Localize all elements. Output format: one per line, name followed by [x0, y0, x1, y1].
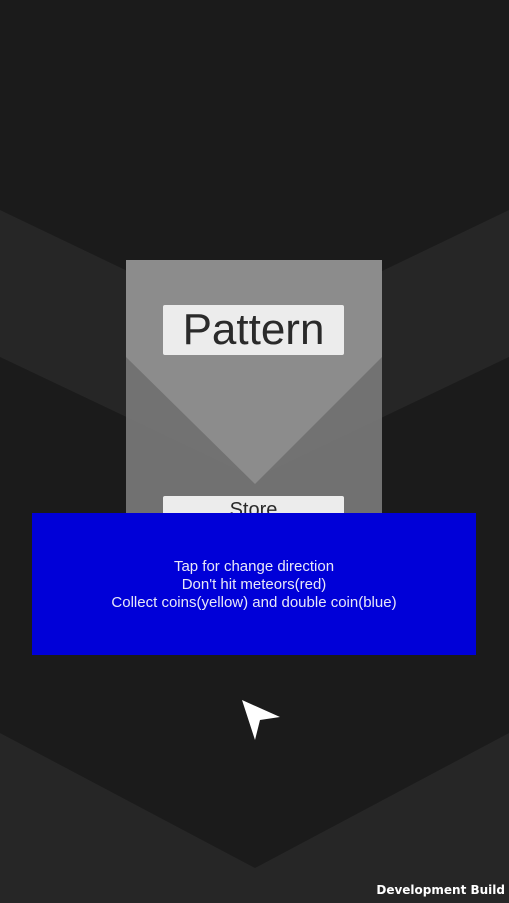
game-screen[interactable]: Pattern Store Tap for change direction D…	[0, 0, 509, 903]
main-menu-panel: Pattern Store	[126, 260, 382, 520]
instruction-avoid-meteors: Don't hit meteors(red)	[181, 576, 327, 593]
lower-chevron	[0, 733, 509, 903]
arrowhead-ship-icon	[242, 700, 280, 740]
instruction-collect-coins: Collect coins(yellow) and double coin(bl…	[111, 594, 397, 611]
menu-panel-chevron-shade	[126, 260, 382, 484]
instruction-change-direction: Tap for change direction	[173, 558, 335, 575]
development-build-label: Development Build	[376, 883, 505, 897]
instructions-panel: Tap for change direction Don't hit meteo…	[32, 513, 476, 655]
game-title: Pattern	[163, 305, 344, 355]
